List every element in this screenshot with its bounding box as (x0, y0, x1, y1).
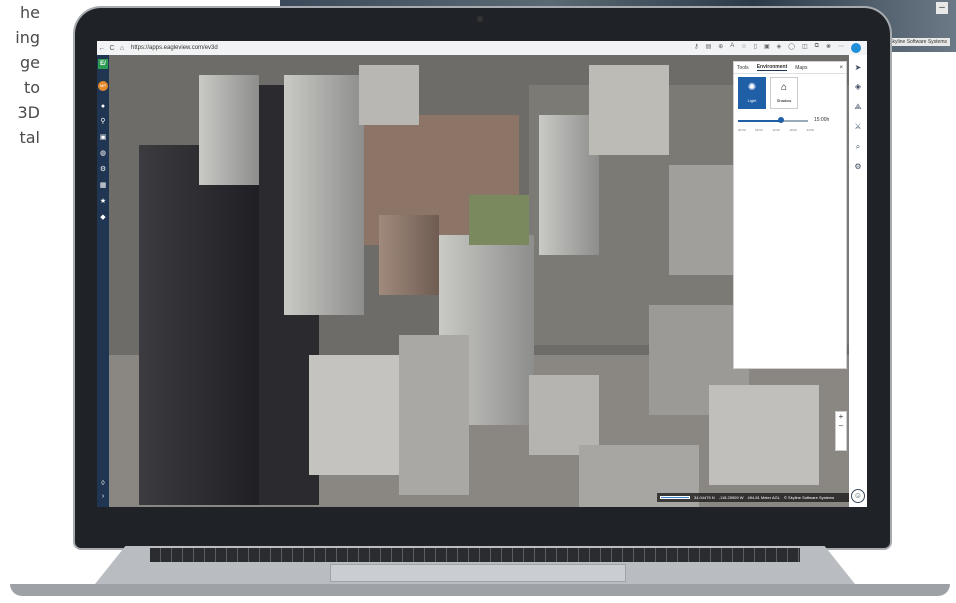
caption-line: to (23, 78, 40, 97)
shadow-label: Shadow (776, 98, 792, 103)
favorite-icon[interactable]: ☆ (741, 43, 746, 53)
star-icon[interactable]: ★ (99, 198, 107, 206)
caption-line: he (20, 3, 40, 22)
link-icon[interactable]: ⚲ (99, 118, 107, 126)
zoom-out-button[interactable]: – (836, 421, 846, 430)
user-avatar[interactable]: MP (98, 81, 108, 91)
read-aloud-icon[interactable]: A (730, 43, 734, 53)
reader-icon[interactable]: ▤ (706, 43, 712, 53)
light-label: Light (747, 98, 757, 103)
sun-icon: ✺ (747, 82, 757, 93)
caption-line: 3D (17, 103, 41, 122)
back-button[interactable]: ← (97, 45, 107, 52)
save-icon[interactable]: ▣ (99, 134, 107, 142)
split-icon[interactable]: ▯ (754, 43, 757, 53)
cursor-icon[interactable]: ➤ (853, 63, 863, 73)
time-tick: 00:00 (738, 128, 746, 132)
app-logo[interactable]: E/ (98, 59, 108, 69)
laptop-frame: ← C ⌂ https://apps.eagleview.com/ev3d ⚷ … (75, 8, 890, 548)
extension-icon[interactable]: ◈ (777, 43, 782, 53)
panel-tabs: Tools Environment Maps × (734, 62, 846, 74)
right-toolbar: ➤ ◈ ⟁ ⚔ ⌕ ⚙ (849, 55, 867, 507)
key-icon[interactable]: ⚷ (694, 43, 698, 53)
zoom-in-button[interactable]: + (836, 412, 846, 421)
screenshot-icon[interactable]: ⧉ (815, 43, 819, 53)
close-icon[interactable]: × (839, 65, 843, 71)
help-icon[interactable]: ◊ (99, 480, 107, 488)
background-credit: © Skyline Software Systems (881, 38, 950, 46)
profile-icon[interactable] (851, 43, 861, 53)
tab-tools[interactable]: Tools (737, 65, 749, 71)
background-zoom-out-button: – (936, 2, 948, 14)
user-icon[interactable]: ☺ (851, 489, 865, 503)
lock-icon: ⌂ (119, 44, 125, 52)
time-slider-fill (738, 120, 782, 122)
time-tick: 06:00 (755, 128, 763, 132)
shield-icon[interactable]: ◯ (788, 43, 795, 53)
webcam (477, 16, 483, 22)
scale-bar (660, 496, 690, 499)
caption-line: tal (19, 128, 40, 147)
tab-environment[interactable]: Environment (756, 64, 788, 71)
tab-icon[interactable]: ◫ (802, 43, 808, 53)
more-icon[interactable]: ⋯ (838, 43, 844, 53)
browser-toolbar: ← C ⌂ https://apps.eagleview.com/ev3d ⚷ … (97, 41, 867, 55)
caption-line: ing (15, 28, 40, 47)
latitude: 34.04475 N (694, 495, 715, 500)
time-tick: 18:00 (789, 128, 797, 132)
settings-icon[interactable]: ⚙ (99, 166, 107, 174)
expand-icon[interactable]: › (99, 493, 107, 501)
zoom-control: + – (835, 411, 847, 451)
environment-panel: Tools Environment Maps × ✺ Light ⌂ Shado… (733, 61, 847, 369)
home-icon[interactable]: ● (99, 103, 107, 111)
time-value: 15:00h (814, 117, 830, 123)
analysis-icon[interactable]: ⚔ (853, 122, 863, 132)
time-tick: 24:00 (806, 128, 814, 132)
copilot-icon[interactable]: ❀ (826, 43, 831, 53)
app-sidebar: E/ MP ● ⚲ ▣ ◍ ⚙ ▦ ★ ◆ ◊ › (97, 55, 109, 507)
tab-maps[interactable]: Maps (795, 65, 807, 71)
time-ticks: 00:00 06:00 12:00 18:00 24:00 (738, 128, 814, 132)
zoom-icon[interactable]: ⊕ (718, 43, 723, 53)
grid-icon[interactable]: ▦ (99, 182, 107, 190)
search-icon[interactable]: ⌕ (853, 142, 863, 152)
light-button[interactable]: ✺ Light (738, 77, 766, 109)
altitude: 494.81 Meter AGL (747, 495, 780, 500)
laptop-base (10, 584, 950, 596)
longitude: -118.25909 W (718, 495, 744, 500)
status-bar: 34.04475 N -118.25909 W 494.81 Meter AGL… (657, 493, 849, 502)
page: he ing ge to 3D tal – © Skyline Software… (0, 0, 956, 603)
trackpad (330, 564, 626, 582)
laptop-screen: ← C ⌂ https://apps.eagleview.com/ev3d ⚷ … (97, 41, 867, 507)
laptop-keys (150, 548, 800, 562)
time-tick: 12:00 (772, 128, 780, 132)
refresh-button[interactable]: C (107, 45, 117, 52)
bell-icon[interactable]: ◆ (99, 214, 107, 222)
status-credit: © Skyline Software Systems (784, 495, 835, 500)
globe-icon[interactable]: ◍ (99, 150, 107, 158)
background-caption-text: he ing ge to 3D tal (0, 0, 40, 150)
collections-icon[interactable]: ▣ (764, 43, 770, 53)
time-slider[interactable] (738, 117, 808, 123)
shadow-icon: ⌂ (780, 82, 788, 93)
layers-icon[interactable]: ◈ (853, 82, 863, 92)
address-bar[interactable]: https://apps.eagleview.com/ev3d (131, 45, 218, 51)
shadow-button[interactable]: ⌂ Shadow (770, 77, 798, 109)
measure-icon[interactable]: ⟁ (853, 102, 863, 112)
browser-extensions: ⚷ ▤ ⊕ A ☆ ▯ ▣ ◈ ◯ ◫ ⧉ ❀ ⋯ (694, 43, 867, 53)
settings-icon[interactable]: ⚙ (853, 162, 863, 172)
time-slider-handle[interactable] (778, 117, 785, 123)
caption-line: ge (20, 53, 40, 72)
